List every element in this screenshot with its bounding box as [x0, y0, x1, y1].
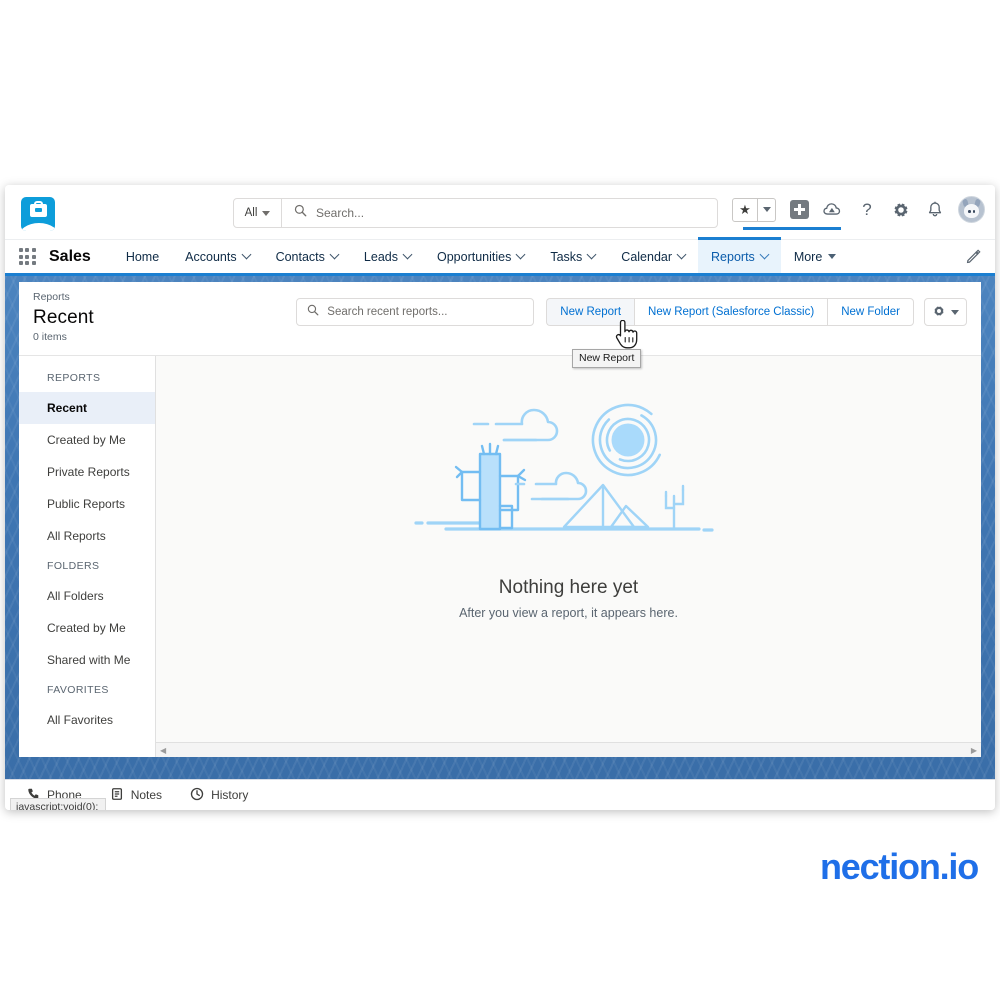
new-folder-button[interactable]: New Folder — [827, 298, 914, 326]
sidebar-item-public-reports[interactable]: Public Reports — [19, 488, 155, 520]
app-launcher-icon[interactable] — [5, 240, 49, 273]
sidebar-item-created-by-me[interactable]: Created by Me — [19, 424, 155, 456]
scroll-left-arrow-icon[interactable]: ◀ — [156, 746, 170, 755]
page-title: Recent — [33, 307, 94, 328]
new-report-classic-button[interactable]: New Report (Salesforce Classic) — [634, 298, 828, 326]
sidebar-item-recent[interactable]: Recent — [19, 392, 155, 424]
chevron-down-icon — [586, 249, 597, 260]
notifications-bell-icon[interactable] — [924, 199, 946, 221]
horizontal-scrollbar[interactable]: ◀ ▶ — [156, 742, 981, 757]
nav-label: Accounts — [185, 249, 237, 264]
chevron-down-icon — [241, 249, 252, 260]
action-button-group: New Report New Report (Salesforce Classi… — [546, 298, 914, 326]
mouse-cursor-pointer — [613, 319, 639, 355]
nav-item-leads[interactable]: Leads — [351, 240, 424, 273]
page-header: Reports Recent 0 items Search recent rep… — [19, 282, 981, 356]
sidebar-item-all-folders[interactable]: All Folders — [19, 580, 155, 612]
nav-item-calendar[interactable]: Calendar — [608, 240, 698, 273]
sidebar-section-reports-heading: REPORTS — [47, 372, 101, 384]
sidebar-section-folders-heading: FOLDERS — [47, 560, 100, 572]
browser-status-bar: javascript:void(0); — [10, 798, 107, 810]
gear-icon — [932, 304, 946, 321]
sidebar-item-all-reports[interactable]: All Reports — [19, 520, 155, 552]
search-scope-selector[interactable]: All — [234, 199, 282, 227]
notes-icon — [110, 787, 124, 804]
chevron-down-icon — [951, 309, 959, 315]
watermark: nection.io — [820, 846, 979, 887]
utility-label: Notes — [130, 788, 163, 802]
favorites-control[interactable]: ★ — [732, 197, 776, 222]
nav-label: Opportunities — [436, 249, 512, 264]
app-name-label[interactable]: Sales — [49, 240, 113, 273]
list-search-input[interactable]: Search recent reports... — [327, 306, 447, 318]
chevron-down-icon — [402, 249, 413, 260]
utility-bar: Phone Notes History — [5, 779, 995, 810]
desert-scene-illustration — [413, 403, 714, 532]
search-icon — [294, 204, 307, 222]
global-search-input[interactable]: Search... — [316, 206, 364, 220]
app-navigation-bar: Sales Home Accounts Contacts Leads Oppor… — [5, 237, 995, 276]
pencil-icon[interactable] — [966, 240, 995, 273]
nav-label: Home — [125, 249, 160, 264]
nav-label: Leads — [363, 249, 398, 264]
browser-window: All Search... ★ ? Sales Home Accounts Co… — [5, 185, 995, 810]
nav-label: Reports — [711, 249, 755, 264]
nav-item-opportunities[interactable]: Opportunities — [424, 240, 537, 273]
screenshot-root: All Search... ★ ? Sales Home Accounts Co… — [0, 0, 1000, 1000]
sidebar-section-favorites-heading: FAVORITES — [47, 684, 109, 696]
add-plus-icon[interactable] — [788, 199, 810, 221]
nav-item-list: Home Accounts Contacts Leads Opportuniti… — [113, 237, 995, 273]
global-header: All Search... ★ ? — [5, 185, 995, 240]
item-count-label: 0 items — [33, 331, 67, 343]
nav-label: More — [793, 249, 823, 264]
setup-gear-icon[interactable] — [890, 199, 912, 221]
favorites-dropdown-icon[interactable] — [758, 199, 775, 221]
chevron-down-icon — [759, 249, 770, 260]
chevron-down-icon — [329, 249, 340, 260]
nav-label: Contacts — [275, 249, 325, 264]
page-body: REPORTS Recent Created by Me Private Rep… — [19, 356, 981, 757]
sidebar-item-folders-created-by-me[interactable]: Created by Me — [19, 612, 155, 644]
reports-content-area: Nothing here yet After you view a report… — [156, 356, 981, 757]
header-icon-group: ★ ? — [732, 196, 985, 223]
breadcrumb[interactable]: Reports — [33, 290, 94, 305]
chevron-down-icon — [676, 249, 687, 260]
search-icon — [307, 303, 319, 321]
utility-item-history[interactable]: History — [176, 780, 262, 811]
scroll-right-arrow-icon[interactable]: ▶ — [967, 746, 981, 755]
nav-label: Calendar — [621, 249, 673, 264]
sidebar-item-all-favorites[interactable]: All Favorites — [19, 704, 155, 736]
nav-item-accounts[interactable]: Accounts — [172, 240, 262, 273]
nav-item-tasks[interactable]: Tasks — [537, 240, 608, 273]
favorites-star-icon[interactable]: ★ — [733, 199, 757, 221]
global-search-bar[interactable]: All Search... — [233, 198, 718, 228]
search-scope-label: All — [244, 207, 258, 219]
chevron-down-icon — [515, 249, 526, 260]
help-icon[interactable]: ? — [856, 199, 878, 221]
service-cloud-icon[interactable] — [822, 199, 844, 221]
nav-item-more[interactable]: More — [781, 240, 849, 273]
caret-down-icon — [828, 254, 837, 259]
utility-label: History — [211, 788, 249, 802]
reports-page: Reports Recent 0 items Search recent rep… — [19, 282, 981, 757]
sidebar-item-private-reports[interactable]: Private Reports — [19, 456, 155, 488]
nav-item-reports[interactable]: Reports — [698, 237, 781, 273]
chevron-down-icon — [262, 210, 271, 216]
briefcase-cloud-icon[interactable] — [21, 197, 55, 231]
page-title-block: Reports Recent 0 items — [33, 290, 94, 345]
reports-sidebar: REPORTS Recent Created by Me Private Rep… — [19, 356, 156, 757]
sidebar-item-shared-with-me[interactable]: Shared with Me — [19, 644, 155, 676]
nav-label: Tasks — [550, 249, 583, 264]
clock-icon — [190, 787, 204, 804]
list-settings-button[interactable] — [924, 298, 967, 326]
list-search-box[interactable]: Search recent reports... — [296, 298, 535, 326]
empty-state-subtitle: After you view a report, it appears here… — [459, 606, 678, 620]
nav-item-contacts[interactable]: Contacts — [263, 240, 351, 273]
empty-state: Nothing here yet After you view a report… — [156, 384, 981, 620]
user-avatar[interactable] — [958, 196, 985, 223]
utility-item-notes[interactable]: Notes — [96, 780, 176, 811]
header-accent-line — [743, 227, 841, 230]
empty-state-title: Nothing here yet — [498, 577, 639, 598]
nav-item-home[interactable]: Home — [113, 240, 172, 273]
